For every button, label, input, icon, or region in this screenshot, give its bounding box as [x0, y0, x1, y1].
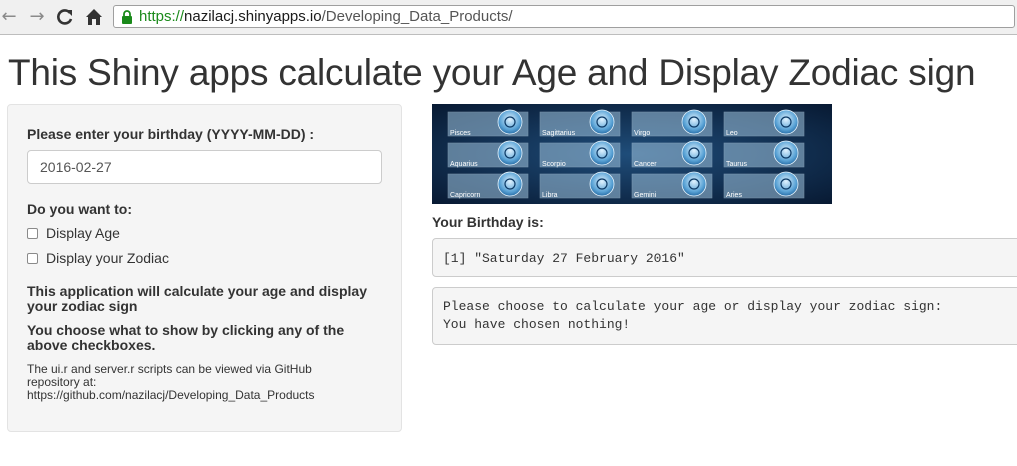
browser-toolbar: ← → https://nazilacj.shinyapps.io/Develo…	[0, 0, 1017, 35]
instruction-text: You choose what to show by clicking any …	[27, 322, 345, 353]
zodiac-signs-graphic: Pisces Sagittarius Virgo Leo Aquarius Scorpio…	[432, 104, 832, 204]
zodiac-label: Gemini	[634, 192, 657, 199]
zodiac-label: Cancer	[634, 161, 657, 168]
checkbox-display-zodiac[interactable]: Display your Zodiac	[27, 249, 169, 267]
birthday-label: Please enter your birthday (YYYY-MM-DD) …	[27, 126, 315, 142]
zodiac-label: Capricorn	[450, 192, 480, 199]
choice-output: Please choose to calculate your age or d…	[432, 287, 1017, 345]
sidebar-panel: Please enter your birthday (YYYY-MM-DD) …	[7, 104, 402, 432]
checkbox-zodiac-box[interactable]	[27, 252, 38, 264]
checkbox-display-age[interactable]: Display Age	[27, 224, 120, 242]
zodiac-cell-pisces: Pisces	[447, 109, 529, 137]
checkbox-age-label: Display Age	[46, 225, 120, 241]
url-text: https://nazilacj.shinyapps.io/Developing…	[139, 8, 513, 25]
zodiac-cell-gemini: Gemini	[631, 171, 713, 199]
zodiac-label: Taurus	[726, 161, 748, 168]
zodiac-cell-leo: Leo	[723, 109, 805, 137]
zodiac-label: Aries	[726, 192, 742, 199]
zodiac-cell-libra: Libra	[539, 171, 621, 199]
checkbox-age-box[interactable]	[27, 227, 38, 239]
zodiac-cell-virgo: Virgo	[631, 109, 713, 137]
zodiac-cell-cancer: Cancer	[631, 140, 713, 168]
zodiac-cell-taurus: Taurus	[723, 140, 805, 168]
zodiac-cell-capricorn: Capricorn	[447, 171, 529, 199]
zodiac-cell-aquarius: Aquarius	[447, 140, 529, 168]
zodiac-label: Pisces	[450, 130, 471, 137]
zodiac-banner-image: Pisces Sagittarius Virgo Leo Aquarius Scorpio…	[432, 104, 832, 204]
birthday-input[interactable]	[27, 150, 382, 184]
zodiac-cell-sagittarius: Sagittarius	[539, 109, 621, 137]
zodiac-label: Sagittarius	[542, 130, 576, 137]
github-note: The ui.r and server.r scripts can be vie…	[27, 362, 315, 402]
address-bar[interactable]: https://nazilacj.shinyapps.io/Developing…	[113, 5, 1015, 28]
checkbox-zodiac-label: Display your Zodiac	[46, 250, 169, 266]
options-label: Do you want to:	[27, 201, 132, 217]
reload-icon[interactable]	[54, 6, 76, 28]
zodiac-label: Virgo	[634, 130, 650, 137]
arrow-right-icon[interactable]: →	[26, 6, 48, 28]
lock-icon	[122, 10, 132, 24]
zodiac-label: Libra	[542, 192, 558, 199]
birthday-output: [1] "Saturday 27 February 2016"	[432, 238, 1017, 277]
description-text: This application will calculate your age…	[27, 283, 367, 314]
zodiac-label: Aquarius	[450, 161, 478, 168]
zodiac-cell-scorpio: Scorpio	[539, 140, 621, 168]
zodiac-label: Leo	[726, 130, 738, 137]
zodiac-label: Scorpio	[542, 161, 566, 168]
zodiac-cell-aries: Aries	[723, 171, 805, 199]
birthday-heading: Your Birthday is:	[432, 214, 544, 230]
home-icon[interactable]	[83, 6, 105, 28]
arrow-left-icon[interactable]: ←	[0, 6, 20, 28]
page-title: This Shiny apps calculate your Age and D…	[8, 52, 976, 93]
